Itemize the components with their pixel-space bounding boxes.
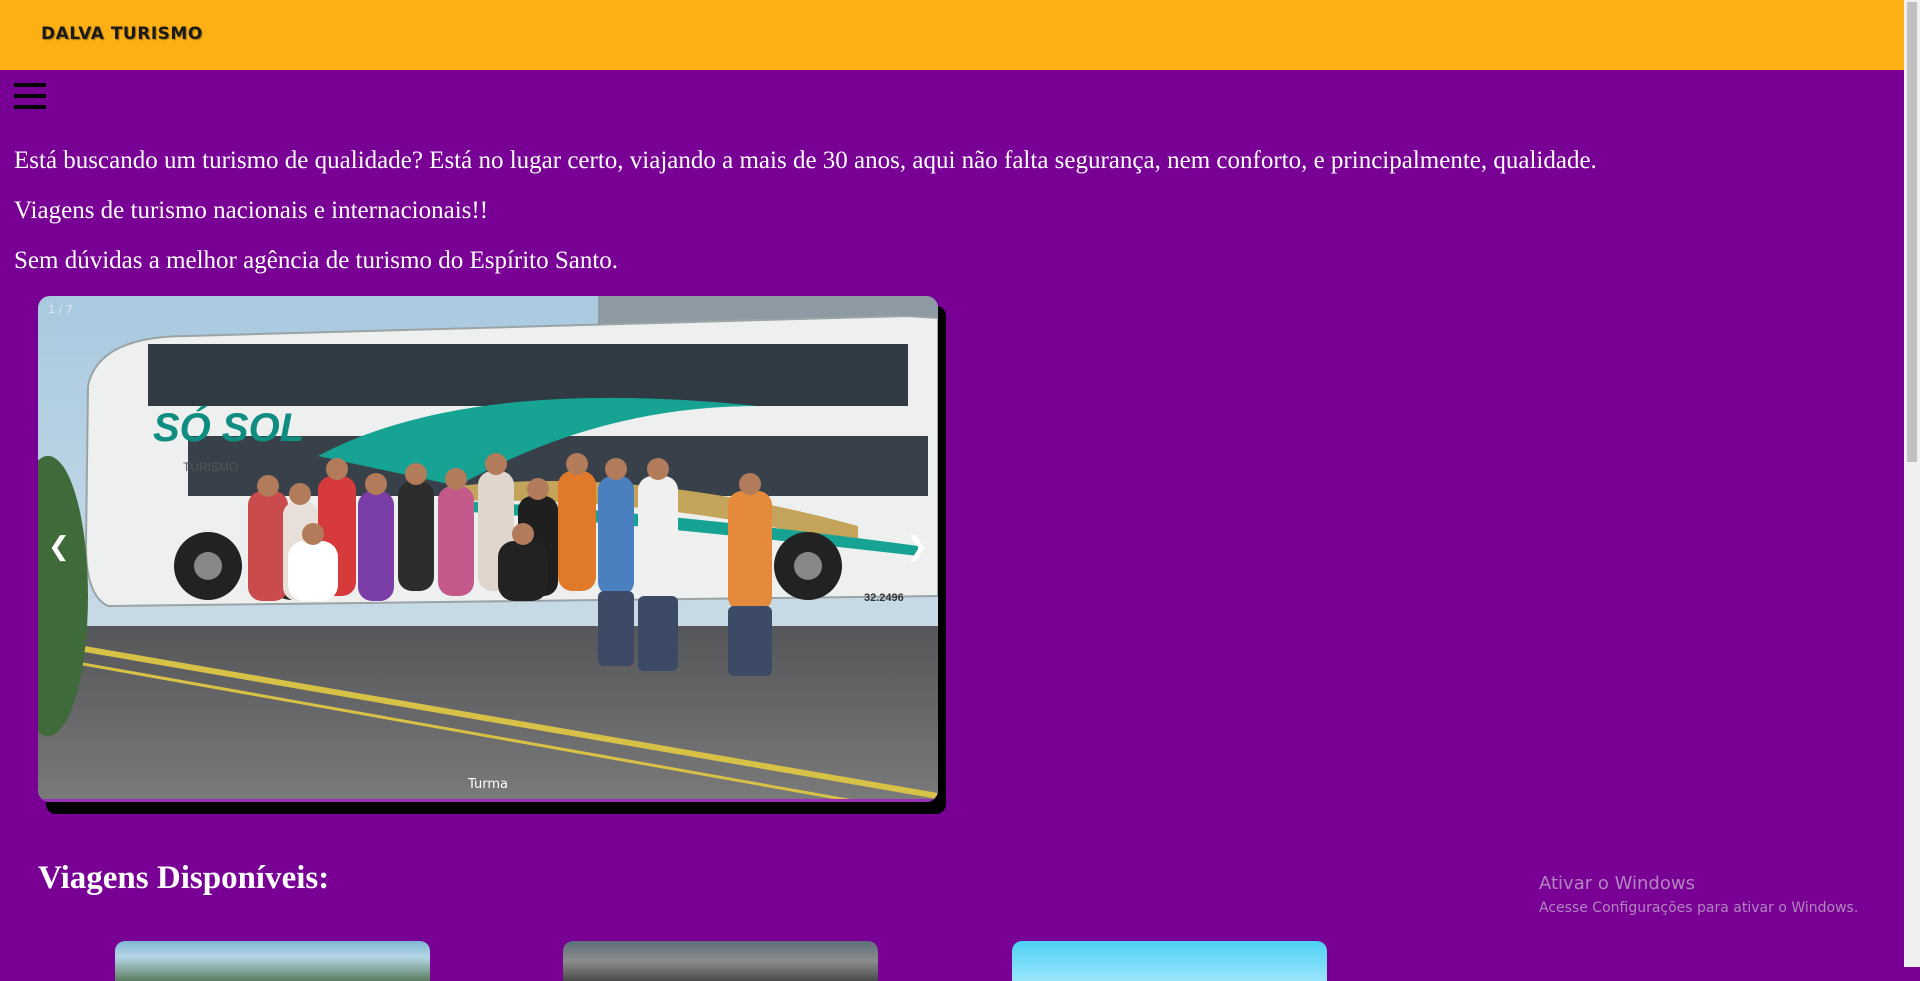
page-scrollbar[interactable] [1904, 0, 1920, 967]
bus-number-text: 32.2496 [864, 592, 904, 604]
menu-icon[interactable] [14, 83, 46, 109]
bus-sub-text: TURISMO [183, 460, 238, 474]
intro-text-best-agency: Sem dúvidas a melhor agência de turismo … [14, 247, 619, 274]
photo-carousel: SÓ SOL TURISMO 32.2496 1 / 7 ❮ ❯ Turma [38, 296, 938, 802]
watermark-title: Ativar o Windows [1539, 873, 1695, 894]
trip-card[interactable] [115, 941, 430, 981]
trip-card[interactable] [1012, 941, 1327, 981]
brand-logo[interactable]: DALVA TURISMO [41, 24, 203, 44]
available-trips-title: Viagens Disponíveis: [38, 860, 330, 896]
intro-text-trips: Viagens de turismo nacionais e internaci… [14, 197, 489, 224]
carousel-prev-icon[interactable]: ❮ [48, 534, 70, 560]
intro-text-quality: Está buscando um turismo de qualidade? E… [14, 147, 1597, 174]
top-header: DALVA TURISMO [0, 0, 1904, 70]
trip-card[interactable] [563, 941, 878, 981]
bus-brand-text: SÓ SOL [153, 404, 304, 450]
slide-counter: 1 / 7 [48, 303, 73, 316]
slide-caption: Turma [468, 777, 508, 792]
windows-activation-watermark: Ativar o Windows Acesse Configurações pa… [1539, 873, 1858, 916]
carousel-bottom-border [38, 799, 938, 802]
carousel-next-icon[interactable]: ❯ [906, 534, 928, 560]
slide-photo: SÓ SOL TURISMO 32.2496 [38, 296, 938, 802]
watermark-subtitle: Acesse Configurações para ativar o Windo… [1539, 900, 1859, 916]
scrollbar-thumb[interactable] [1907, 2, 1917, 462]
